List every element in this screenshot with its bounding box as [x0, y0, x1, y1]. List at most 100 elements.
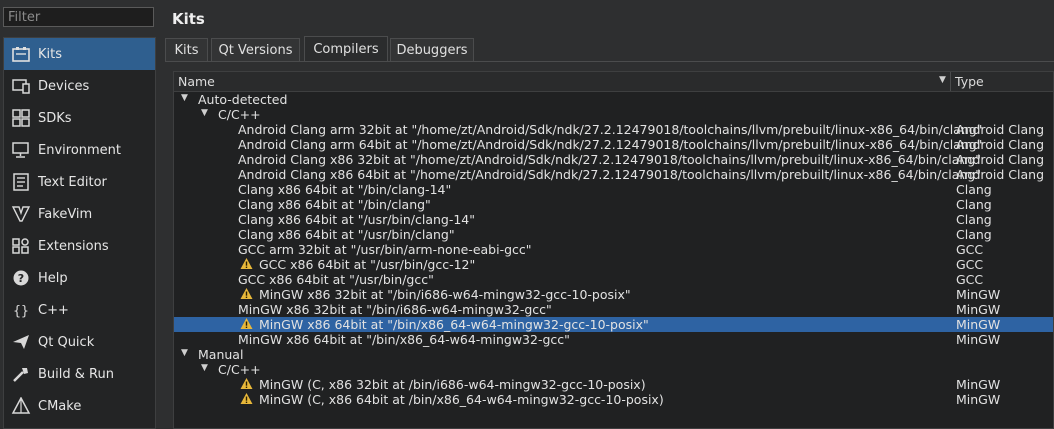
sidebar-item-kits[interactable]: Kits [4, 38, 155, 70]
sidebar: Kits Devices SDKs Environment Text Edito… [3, 37, 156, 429]
sidebar-item-label: Help [38, 270, 68, 286]
tab-debuggers[interactable]: Debuggers [390, 38, 474, 62]
sidebar-item-label: SDKs [38, 110, 72, 126]
compiler-name: Clang x86 64bit at "/bin/clang" [238, 197, 431, 212]
compiler-row[interactable]: GCC x86 64bit at "/usr/bin/gcc-12" GCC [174, 257, 1053, 272]
expand-arrow-icon[interactable]: ▼ [181, 348, 188, 358]
compiler-type: Android Clang [956, 122, 1045, 137]
compiler-type: MinGW [956, 302, 1001, 317]
sidebar-item-help[interactable]: ? Help [4, 262, 155, 294]
compiler-name: MinGW x86 32bit at "/bin/i686-w64-mingw3… [238, 302, 552, 317]
compiler-name: Android Clang x86 64bit at "/home/zt/And… [238, 167, 981, 182]
compiler-type: MinGW [956, 317, 1001, 332]
compiler-row[interactable]: GCC x86 64bit at "/usr/bin/gcc" GCC [174, 272, 1053, 287]
sidebar-item-label: Devices [38, 78, 90, 94]
compiler-type: Clang [956, 227, 992, 242]
sidebar-item-build-run[interactable]: Build & Run [4, 358, 155, 390]
compiler-type: Android Clang [956, 167, 1045, 182]
devices-icon [10, 76, 32, 96]
compiler-name: MinGW x86 32bit at "/bin/i686-w64-mingw3… [259, 287, 631, 302]
compiler-name: Clang x86 64bit at "/bin/clang-14" [238, 182, 452, 197]
sidebar-item-label: Text Editor [38, 174, 107, 190]
compiler-row[interactable]: MinGW x86 64bit at "/bin/x86_64-w64-ming… [174, 332, 1053, 347]
kits-icon [10, 44, 32, 64]
compiler-row[interactable]: Clang x86 64bit at "/bin/clang-14" Clang [174, 182, 1053, 197]
tree-subgroup-label: C/C++ [218, 107, 261, 122]
help-icon: ? [10, 268, 32, 288]
qt-quick-icon [10, 332, 32, 352]
compiler-name: Android Clang x86 32bit at "/home/zt/And… [238, 152, 981, 167]
compiler-row[interactable]: MinGW x86 64bit at "/bin/x86_64-w64-ming… [174, 317, 1053, 332]
tab-compilers[interactable]: Compilers [304, 36, 388, 62]
sidebar-item-cmake[interactable]: CMake [4, 390, 155, 422]
tree-group-row[interactable]: ▼ Manual [174, 347, 1053, 362]
compiler-name: Android Clang arm 64bit at "/home/zt/And… [238, 137, 983, 152]
compiler-row[interactable]: Clang x86 64bit at "/usr/bin/clang-14" Cl… [174, 212, 1053, 227]
cpp-icon: {} [10, 300, 32, 320]
compiler-row[interactable]: MinGW x86 32bit at "/bin/i686-w64-mingw3… [174, 287, 1053, 302]
compiler-row[interactable]: MinGW (C, x86 32bit at /bin/i686-w64-min… [174, 377, 1053, 392]
svg-text:{}: {} [13, 304, 29, 319]
compiler-row[interactable]: Android Clang arm 32bit at "/home/zt/And… [174, 122, 1053, 137]
tree-subgroup-row[interactable]: ▼ C/C++ [174, 362, 1053, 377]
compiler-row[interactable]: Clang x86 64bit at "/usr/bin/clang" Clang [174, 227, 1053, 242]
compiler-row[interactable]: GCC arm 32bit at "/usr/bin/arm-none-eabi… [174, 242, 1053, 257]
compiler-type: GCC [956, 242, 984, 257]
column-header-type[interactable]: Type [955, 74, 984, 89]
environment-icon [10, 140, 32, 160]
sidebar-item-label: Qt Quick [38, 334, 95, 350]
compiler-type: Android Clang [956, 152, 1045, 167]
compiler-row[interactable]: Android Clang arm 64bit at "/home/zt/And… [174, 137, 1053, 152]
sidebar-item-devices[interactable]: Devices [4, 70, 155, 102]
sidebar-item-label: Build & Run [38, 366, 114, 382]
tab-qt-versions[interactable]: Qt Versions [211, 38, 300, 62]
tab-divider [165, 61, 1054, 62]
sidebar-item-environment[interactable]: Environment [4, 134, 155, 166]
compiler-name: Clang x86 64bit at "/usr/bin/clang" [238, 227, 455, 242]
sidebar-item-sdks[interactable]: SDKs [4, 102, 155, 134]
sidebar-item-text-editor[interactable]: Text Editor [4, 166, 155, 198]
column-separator[interactable] [950, 72, 951, 91]
compiler-row[interactable]: Android Clang x86 64bit at "/home/zt/And… [174, 167, 1053, 182]
compiler-name: Clang x86 64bit at "/usr/bin/clang-14" [238, 212, 476, 227]
compiler-row[interactable]: Android Clang x86 32bit at "/home/zt/And… [174, 152, 1053, 167]
compiler-name: GCC x86 64bit at "/usr/bin/gcc-12" [259, 257, 476, 272]
tab-kits[interactable]: Kits [165, 38, 208, 62]
sidebar-item-qt-quick[interactable]: Qt Quick [4, 326, 155, 358]
compiler-type: GCC [956, 257, 984, 272]
tree-subgroup-row[interactable]: ▼ C/C++ [174, 107, 1053, 122]
tree-subgroup-label: C/C++ [218, 362, 261, 377]
compiler-row[interactable]: Clang x86 64bit at "/bin/clang" Clang [174, 197, 1053, 212]
sidebar-item-fakevim[interactable]: FakeVim [4, 198, 155, 230]
build-run-icon [10, 364, 32, 384]
warning-icon [240, 317, 253, 330]
expand-arrow-icon[interactable]: ▼ [201, 363, 208, 373]
tree-header: Name ▼ Type [174, 72, 1053, 92]
compiler-type: MinGW [956, 287, 1001, 302]
expand-arrow-icon[interactable]: ▼ [181, 93, 188, 103]
compiler-type: Clang [956, 182, 992, 197]
fakevim-icon [10, 204, 32, 224]
sidebar-item-label: Environment [38, 142, 122, 158]
compiler-name: MinGW (C, x86 64bit at /bin/x86_64-w64-m… [259, 392, 664, 407]
expand-arrow-icon[interactable]: ▼ [201, 108, 208, 118]
tree-group-row[interactable]: ▼ Auto-detected [174, 92, 1053, 107]
sidebar-item-label: C++ [38, 302, 69, 318]
compiler-row[interactable]: MinGW (C, x86 64bit at /bin/x86_64-w64-m… [174, 392, 1053, 407]
compiler-row[interactable]: MinGW x86 32bit at "/bin/i686-w64-mingw3… [174, 302, 1053, 317]
tree-group-label: Manual [198, 347, 244, 362]
filter-input[interactable] [3, 7, 154, 27]
warning-icon [240, 287, 253, 300]
warning-icon [240, 257, 253, 270]
compilers-tree[interactable]: Name ▼ Type ▼ Auto-detected ▼ C/C++ Android … [173, 71, 1054, 429]
column-header-name[interactable]: Name [178, 74, 215, 89]
compiler-name: GCC x86 64bit at "/usr/bin/gcc" [238, 272, 434, 287]
sidebar-item-cpp[interactable]: {} C++ [4, 294, 155, 326]
sdks-icon [10, 108, 32, 128]
compiler-name: MinGW x86 64bit at "/bin/x86_64-w64-ming… [238, 332, 570, 347]
sidebar-item-extensions[interactable]: Extensions [4, 230, 155, 262]
sidebar-item-label: Extensions [38, 238, 109, 254]
compiler-name: MinGW (C, x86 32bit at /bin/i686-w64-min… [259, 377, 646, 392]
sidebar-item-label: Kits [38, 46, 63, 62]
cmake-icon [10, 396, 32, 416]
